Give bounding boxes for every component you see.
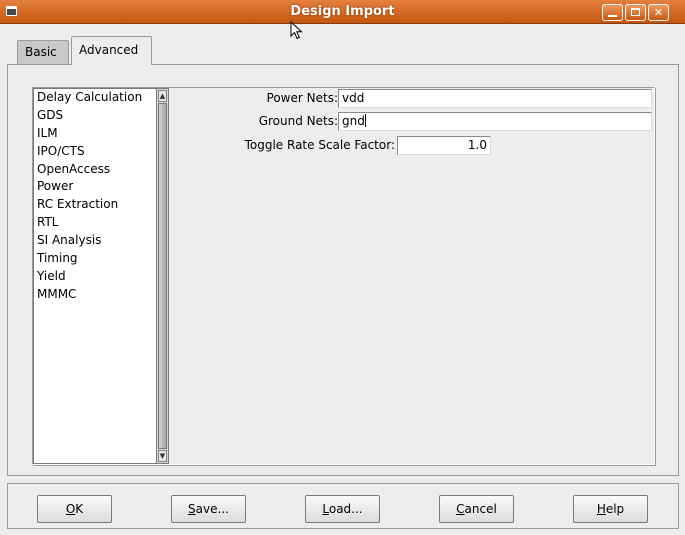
list-item-delay-calculation[interactable]: Delay Calculation <box>34 89 156 107</box>
help-button[interactable]: Help <box>573 495 648 523</box>
cancel-button[interactable]: Cancel <box>439 495 514 523</box>
ok-mnemonic: O <box>65 502 76 516</box>
load-label: oad... <box>328 502 363 516</box>
window-title: Design Import <box>290 4 395 19</box>
category-list[interactable]: Delay Calculation GDS ILM IPO/CTS OpenAc… <box>33 88 157 464</box>
list-item-si-analysis[interactable]: SI Analysis <box>34 232 156 250</box>
save-button[interactable]: Save... <box>171 495 246 523</box>
power-nets-value: vdd <box>342 91 365 105</box>
advanced-tab-panel: Delay Calculation GDS ILM IPO/CTS OpenAc… <box>7 64 679 476</box>
list-item-rc-extraction[interactable]: RC Extraction <box>34 196 156 214</box>
button-bar: OK Save... Load... Cancel Help <box>7 483 679 529</box>
minimize-button[interactable] <box>602 4 623 21</box>
ok-button[interactable]: OK <box>37 495 112 523</box>
list-item-rtl[interactable]: RTL <box>34 214 156 232</box>
tab-advanced[interactable]: Advanced <box>71 36 152 65</box>
list-item-ipo-cts[interactable]: IPO/CTS <box>34 143 156 161</box>
list-item-gds[interactable]: GDS <box>34 107 156 125</box>
text-caret <box>364 114 366 127</box>
toggle-rate-value: 1.0 <box>467 138 487 152</box>
category-list-scrollbar[interactable]: ▲ ▼ <box>157 88 169 464</box>
ground-nets-value: gnd <box>342 114 365 128</box>
ground-nets-input[interactable]: gnd <box>338 112 652 131</box>
close-button[interactable]: ✕ <box>648 4 669 21</box>
list-item-openaccess[interactable]: OpenAccess <box>34 161 156 179</box>
power-nets-label: Power Nets: <box>266 91 338 105</box>
mouse-pointer-icon <box>290 21 303 40</box>
scrollbar-thumb[interactable] <box>158 103 167 449</box>
toggle-rate-input[interactable]: 1.0 <box>397 136 491 155</box>
maximize-icon <box>631 8 640 16</box>
list-item-yield[interactable]: Yield <box>34 268 156 286</box>
minimize-icon <box>608 15 617 17</box>
tab-basic[interactable]: Basic <box>17 40 69 64</box>
cancel-label: ancel <box>464 502 497 516</box>
toggle-rate-label: Toggle Rate Scale Factor: <box>244 138 395 152</box>
cancel-mnemonic: C <box>456 502 465 516</box>
ok-label: K <box>75 502 84 516</box>
power-nets-input[interactable]: vdd <box>338 89 652 108</box>
save-label: ave... <box>195 502 229 516</box>
ground-nets-label: Ground Nets: <box>258 114 338 128</box>
close-icon: ✕ <box>653 6 664 19</box>
load-button[interactable]: Load... <box>305 495 380 523</box>
list-item-power[interactable]: Power <box>34 178 156 196</box>
list-item-timing[interactable]: Timing <box>34 250 156 268</box>
maximize-button[interactable] <box>625 4 646 21</box>
save-mnemonic: S <box>188 502 196 516</box>
scroll-up-arrow-icon[interactable]: ▲ <box>158 90 167 102</box>
list-item-mmmc[interactable]: MMMC <box>34 286 156 304</box>
title-bar[interactable]: Design Import ✕ <box>0 0 685 24</box>
scroll-down-arrow-icon[interactable]: ▼ <box>158 450 167 462</box>
list-item-ilm[interactable]: ILM <box>34 125 156 143</box>
help-mnemonic: H <box>596 502 606 516</box>
help-label: elp <box>605 502 625 516</box>
